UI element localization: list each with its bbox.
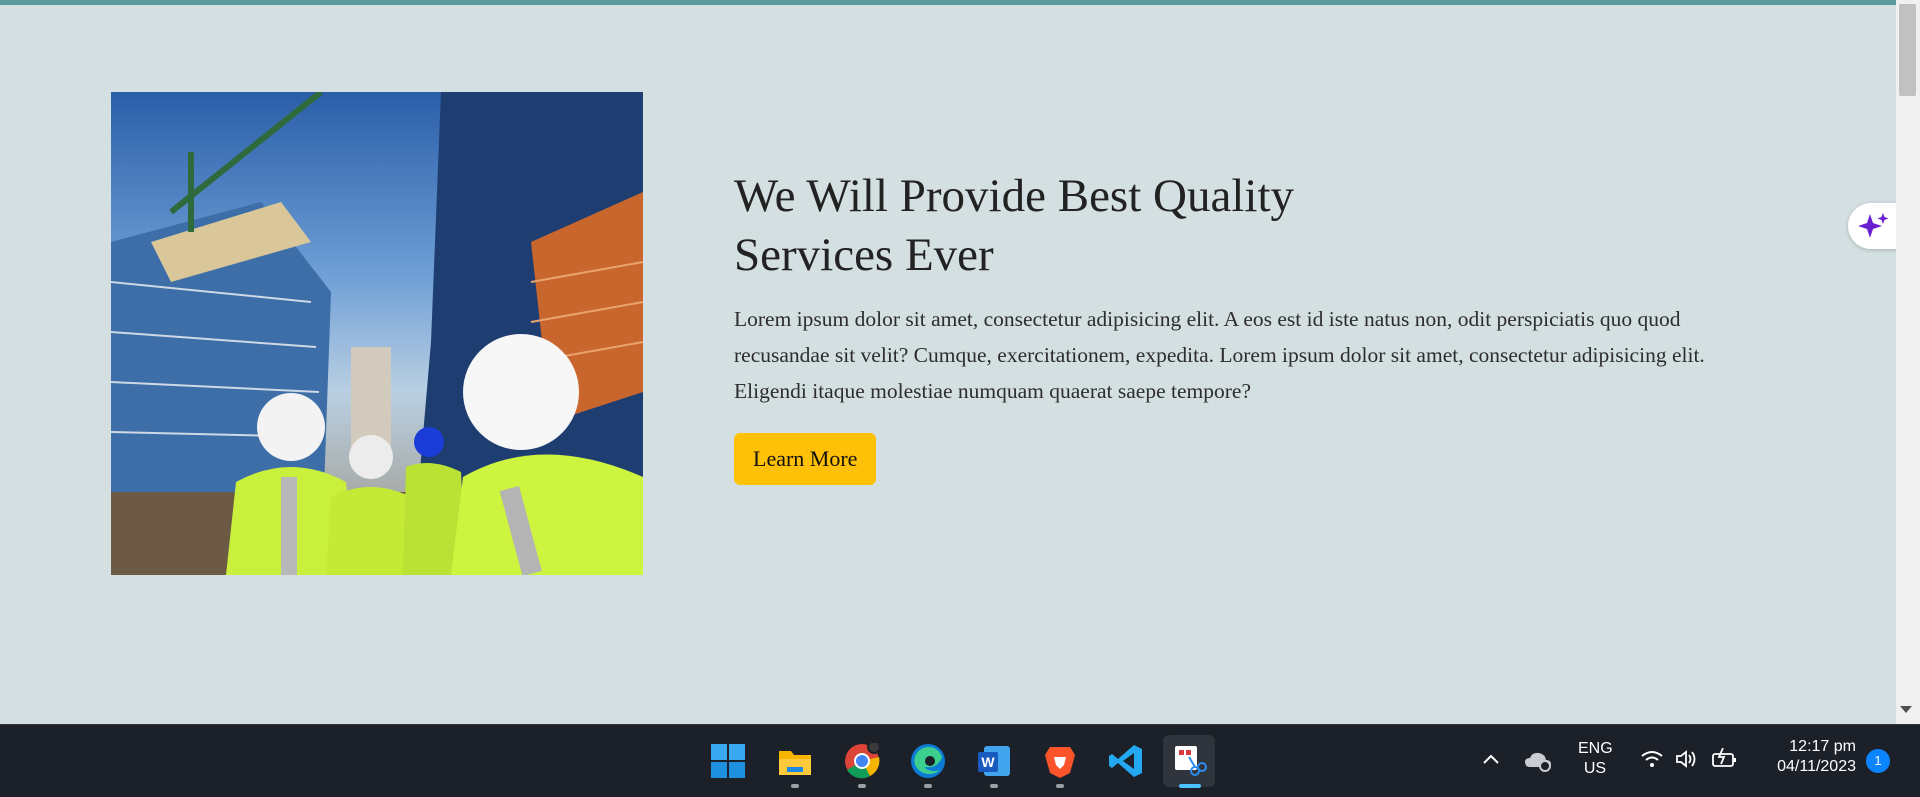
windows-start-icon[interactable] <box>702 735 754 787</box>
hero-description: Lorem ipsum dolor sit amet, consectetur … <box>734 307 1705 403</box>
vscode-icon[interactable] <box>1100 735 1152 787</box>
snipping-tool-active-indicator <box>1179 784 1201 788</box>
chrome-running-indicator <box>858 784 866 788</box>
battery-charging-icon[interactable] <box>1711 747 1739 775</box>
sparkle-icon <box>1858 213 1889 238</box>
word-running-indicator <box>990 784 998 788</box>
wifi-icon[interactable] <box>1640 749 1664 774</box>
language-indicator[interactable]: ENG US <box>1578 739 1613 779</box>
clock[interactable]: 12:17 pm 04/11/2023 <box>1752 737 1856 777</box>
onedrive-cloud-icon[interactable] <box>1524 750 1552 777</box>
snipping-tool-icon[interactable] <box>1163 735 1215 787</box>
hero-title-line2: Services Ever <box>734 229 994 281</box>
scrollbar-thumb[interactable] <box>1899 4 1916 96</box>
language-code: ENG <box>1578 740 1613 757</box>
edge-icon[interactable] <box>902 735 954 787</box>
vertical-scrollbar[interactable] <box>1896 0 1920 724</box>
chevron-up-icon[interactable] <box>1482 752 1500 771</box>
scroll-down-arrow-icon[interactable] <box>1900 706 1912 713</box>
construction-workers-photo <box>111 92 643 575</box>
chrome-icon[interactable] <box>836 735 888 787</box>
hero-title-line1: We Will Provide Best Quality <box>734 170 1295 222</box>
brave-icon[interactable] <box>1034 735 1086 787</box>
brave-running-indicator <box>1056 784 1064 788</box>
file-explorer-icon[interactable] <box>769 735 821 787</box>
word-icon[interactable]: W <box>968 735 1020 787</box>
svg-text:W: W <box>981 754 995 770</box>
region-code: US <box>1583 760 1607 777</box>
volume-icon[interactable] <box>1675 749 1699 774</box>
file-explorer-running-indicator <box>791 784 799 788</box>
notification-badge[interactable]: 1 <box>1866 749 1890 773</box>
learn-more-button[interactable]: Learn More <box>734 433 877 485</box>
clock-time: 12:17 pm <box>1789 738 1856 755</box>
clock-date: 04/11/2023 <box>1777 758 1856 775</box>
hero-title: We Will Provide Best Quality Services Ev… <box>734 167 1354 285</box>
hero-content: We Will Provide Best Quality Services Ev… <box>734 167 1754 485</box>
edge-running-indicator <box>924 784 932 788</box>
windows-taskbar <box>0 724 1920 797</box>
ai-assistant-button[interactable] <box>1848 203 1900 249</box>
